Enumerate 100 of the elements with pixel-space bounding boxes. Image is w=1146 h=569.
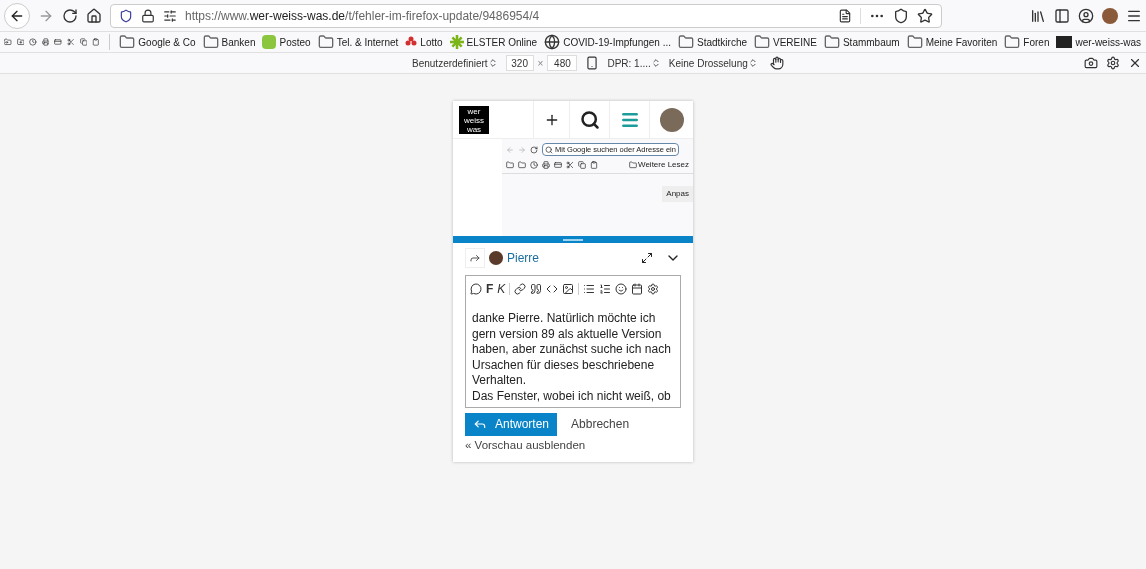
cancel-button[interactable]: Abbrechen <box>571 415 630 434</box>
bookmark-item[interactable]: Meine Favoriten <box>905 34 999 50</box>
toolbar-icon <box>554 161 562 169</box>
bookmark-item[interactable]: COVID-19-Impfungen ... <box>543 34 672 50</box>
image-icon[interactable] <box>562 283 575 295</box>
width-field[interactable]: 320 <box>505 55 534 71</box>
folder-icon <box>906 34 923 50</box>
editor-text: danke Pierre. Natürlich möchte ich gern version 89 als aktuelle Version haben, aber zunächst suche ich nach Ursachen für dieses beschriebene Verhalten. <box>472 311 672 389</box>
sidebar-icon[interactable] <box>1054 7 1070 24</box>
history-icon[interactable] <box>29 35 37 49</box>
folder-icon <box>678 34 694 50</box>
logo-text: weiss <box>464 115 484 125</box>
search-icon <box>579 109 600 130</box>
folder-icon <box>119 34 136 50</box>
library-icon[interactable] <box>1030 7 1046 24</box>
settings-icon[interactable] <box>647 283 660 295</box>
device-select[interactable]: Benutzerdefiniert <box>412 55 498 71</box>
star-burst-icon <box>449 35 464 49</box>
lock-icon <box>141 8 155 23</box>
url-text: https://www.wer-weiss-was.de/t/fehler-im-firefox-update/9486954/4 <box>185 7 540 25</box>
user-avatar <box>489 251 503 265</box>
reply-button[interactable]: Antworten <box>465 412 558 436</box>
folder-icon <box>1004 34 1021 50</box>
calendar-icon[interactable] <box>631 283 644 295</box>
updown-caret-icon <box>747 58 758 68</box>
site-logo-icon <box>1056 36 1073 48</box>
globe-icon <box>544 34 561 50</box>
reader-view-icon[interactable] <box>838 8 852 23</box>
bookmark-item: Weitere Lesez <box>638 159 689 171</box>
toolbar-icon <box>518 161 526 169</box>
throttling-select[interactable]: Keine Drosselung <box>668 55 758 71</box>
star-icon[interactable] <box>917 7 933 24</box>
editor[interactable]: F K danke Pierre. Natürlich möchte ich gern version 89 als aktuelle Version haben, aber zunächst suche ich nach Ursachen für dieses beschriebene Verhalten. Das Fenster, wobei ich nicht weiß, ob <box>465 275 681 408</box>
link-icon[interactable] <box>514 283 527 295</box>
back-button[interactable] <box>4 2 30 29</box>
permissions-icon[interactable] <box>163 8 177 23</box>
reload-icon[interactable] <box>62 7 78 24</box>
updown-caret-icon <box>650 58 661 68</box>
times-sign: × <box>537 56 544 71</box>
toolbar-icon <box>566 161 574 169</box>
updown-caret-icon <box>487 58 498 68</box>
touch-icon[interactable] <box>769 56 784 70</box>
close-icon[interactable] <box>1128 56 1142 70</box>
avatar[interactable] <box>659 107 684 132</box>
bookmark-item[interactable]: Foren <box>1003 34 1051 50</box>
folder-icon <box>202 34 219 50</box>
reply-type-icon[interactable] <box>465 248 485 268</box>
posteo-logo-icon <box>262 35 277 49</box>
bullet-list-icon[interactable] <box>583 283 596 295</box>
search-icon <box>545 145 553 154</box>
code-icon[interactable] <box>546 283 559 295</box>
rotate-device-icon[interactable] <box>585 56 600 70</box>
logo-text: wer <box>467 106 481 116</box>
emoji-icon[interactable] <box>615 283 628 295</box>
hide-preview-link[interactable]: « Vorschau ausblenden <box>465 436 681 454</box>
expand-icon[interactable] <box>641 252 653 264</box>
toolbar-icon <box>578 161 586 169</box>
shield-icon[interactable] <box>119 8 133 23</box>
editor-text: Das Fenster, wobei ich nicht weiß, ob <box>472 388 672 405</box>
quote-icon[interactable] <box>530 283 543 295</box>
logo-text: was <box>466 124 482 134</box>
folder-icon <box>629 161 637 169</box>
copy-icon[interactable] <box>79 35 88 49</box>
bookmark-item[interactable]: Google & Co <box>118 34 197 50</box>
print-icon[interactable] <box>41 35 50 49</box>
folder-icon <box>754 34 771 50</box>
clover-icon <box>405 36 418 48</box>
username[interactable]: Pierre <box>507 249 539 267</box>
toolbar-icon <box>542 161 550 169</box>
italic-button[interactable]: K <box>497 280 506 298</box>
bold-button[interactable]: F <box>486 280 494 298</box>
paste-icon[interactable] <box>92 35 100 49</box>
bookmark-item[interactable]: Lotto <box>404 34 444 50</box>
reload-icon <box>530 145 538 154</box>
bookmark-item[interactable]: Posteo <box>261 34 312 50</box>
numbered-list-icon[interactable] <box>599 283 612 295</box>
folder-icon <box>317 34 334 50</box>
folder-icon <box>823 34 840 50</box>
bookmark-item[interactable]: Stammbaum <box>822 34 901 50</box>
forward-icon <box>518 145 526 154</box>
bookmark-item[interactable]: ELSTER Online <box>448 34 539 50</box>
address-bar[interactable]: https://www.wer-weiss-was.de/t/fehler-im-firefox-update/9486954/4 <box>110 3 942 28</box>
back-icon <box>506 145 514 154</box>
home-icon[interactable] <box>86 7 102 24</box>
bookmark-item[interactable]: wer-weiss-was <box>1055 34 1142 50</box>
toolbar-icon <box>506 161 514 169</box>
bookmark-item[interactable]: Stadtkirche <box>677 34 749 50</box>
toolbar-icon <box>530 161 538 169</box>
settings-icon[interactable] <box>1106 56 1120 70</box>
toolbar-icon <box>590 161 598 169</box>
bookmark-item[interactable]: Tel. & Internet <box>316 34 400 50</box>
site-logo[interactable]: wer weiss was <box>459 106 489 134</box>
bookmark-item[interactable]: VEREINE <box>753 34 818 50</box>
height-field[interactable]: 480 <box>547 55 578 71</box>
dpr-select[interactable]: DPR: 1.... <box>607 55 661 71</box>
account-icon[interactable] <box>1078 7 1094 24</box>
quote-bubble-icon[interactable] <box>470 283 482 295</box>
bookmark-item[interactable]: Banken <box>201 34 257 50</box>
resize-bar[interactable] <box>453 236 693 243</box>
screenshot-icon[interactable] <box>1084 56 1098 70</box>
